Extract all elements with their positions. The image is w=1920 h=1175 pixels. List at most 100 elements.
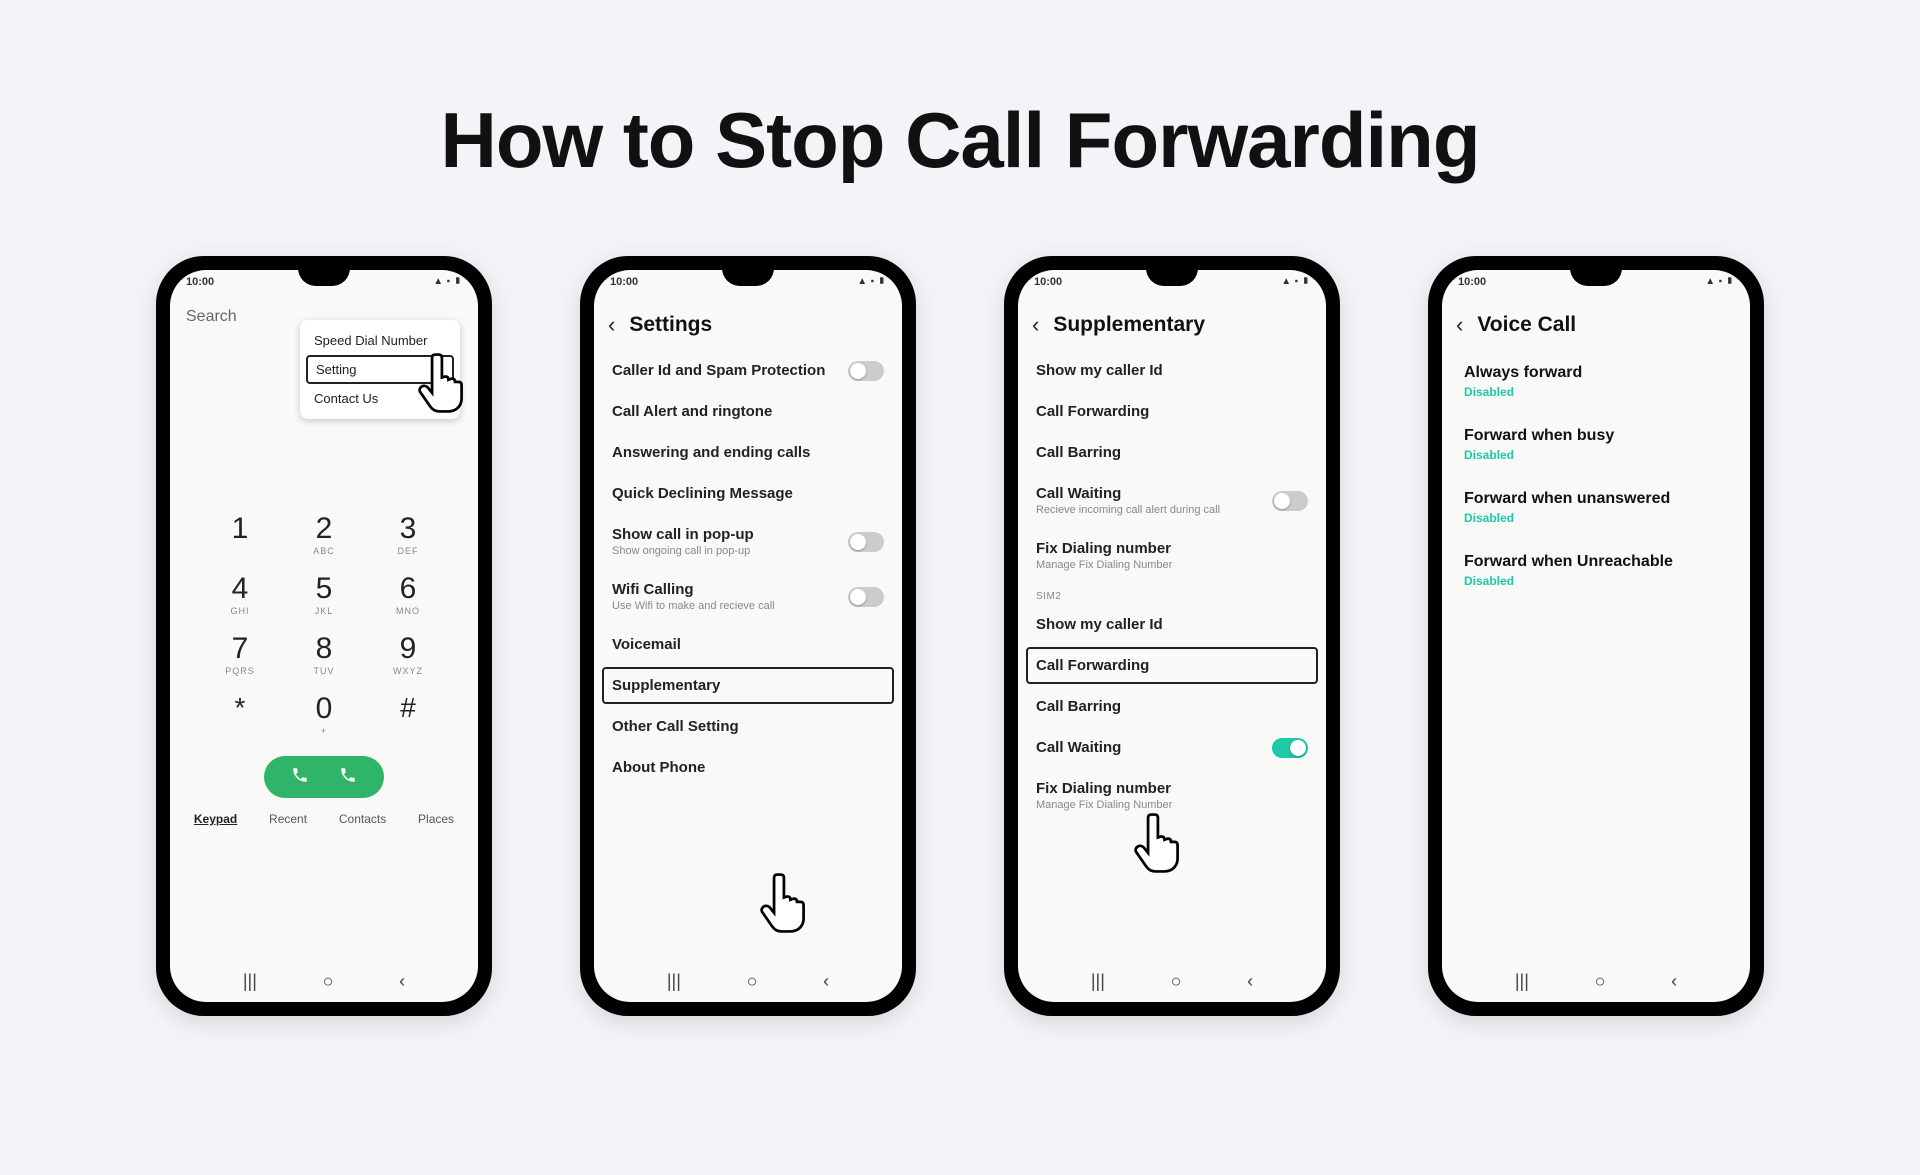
item-show-caller-2[interactable]: Show my caller Id: [1026, 604, 1318, 645]
status-time: 10:00: [610, 276, 638, 296]
key-3[interactable]: 3DEF: [366, 512, 450, 556]
supplementary-list: Show my caller Id Call Forwarding Call B…: [1018, 350, 1326, 964]
item-fix-dialing-2[interactable]: Fix Dialing number Manage Fix Dialing Nu…: [1026, 768, 1318, 823]
item-about[interactable]: About Phone: [602, 747, 894, 788]
nav-home-icon[interactable]: ○: [747, 971, 758, 992]
toggle-call-waiting-1[interactable]: [1272, 491, 1308, 511]
item-caller-id[interactable]: Caller Id and Spam Protection: [602, 350, 894, 391]
item-fix-dialing-1[interactable]: Fix Dialing number Manage Fix Dialing Nu…: [1026, 528, 1318, 583]
screen-dialer: 10:00 ▲ ⬝ ▮ Search Speed Dial Number Set…: [170, 270, 478, 1002]
tab-places[interactable]: Places: [418, 812, 454, 826]
item-forward-unreachable[interactable]: Forward when Unreachable Disabled: [1450, 539, 1742, 602]
key-7[interactable]: 7PQRS: [198, 632, 282, 676]
status-time: 10:00: [186, 276, 214, 296]
nav-recent-icon[interactable]: |||: [1091, 971, 1105, 992]
nav-back-icon[interactable]: ‹: [823, 971, 829, 992]
voice-call-list: Always forward Disabled Forward when bus…: [1442, 350, 1750, 964]
item-quick-decline[interactable]: Quick Declining Message: [602, 473, 894, 514]
item-forward-busy[interactable]: Forward when busy Disabled: [1450, 413, 1742, 476]
nav-recent-icon[interactable]: |||: [243, 971, 257, 992]
toggle-wifi[interactable]: [848, 587, 884, 607]
screen-voice-call: 10:00 ▲ ⬝ ▮ ‹ Voice Call Always forward …: [1442, 270, 1750, 1002]
status-time: 10:00: [1458, 276, 1486, 296]
key-6[interactable]: 6MNO: [366, 572, 450, 616]
status-disabled: Disabled: [1464, 385, 1728, 399]
nav-back-icon[interactable]: ‹: [399, 971, 405, 992]
item-forward-unanswered[interactable]: Forward when unanswered Disabled: [1450, 476, 1742, 539]
bottom-tabs: Keypad Recent Contacts Places: [170, 798, 478, 832]
item-call-barring-1[interactable]: Call Barring: [1026, 432, 1318, 473]
nav-recent-icon[interactable]: |||: [667, 971, 681, 992]
menu-speed-dial[interactable]: Speed Dial Number: [300, 326, 460, 355]
key-2[interactable]: 2ABC: [282, 512, 366, 556]
item-call-alert[interactable]: Call Alert and ringtone: [602, 391, 894, 432]
back-button[interactable]: ‹: [608, 312, 615, 338]
nav-back-icon[interactable]: ‹: [1671, 971, 1677, 992]
tab-contacts[interactable]: Contacts: [339, 812, 386, 826]
item-always-forward[interactable]: Always forward Disabled: [1450, 350, 1742, 413]
key-4[interactable]: 4GHI: [198, 572, 282, 616]
phone-3: 10:00 ▲ ⬝ ▮ ‹ Supplementary Show my call…: [1004, 256, 1340, 1016]
header: ‹ Supplementary: [1018, 296, 1326, 350]
menu-contact-us[interactable]: Contact Us: [300, 384, 460, 413]
key-8[interactable]: 8TUV: [282, 632, 366, 676]
item-supplementary[interactable]: Supplementary: [602, 667, 894, 704]
header-title: Settings: [629, 313, 712, 337]
item-show-popup[interactable]: Show call in pop-up Show ongoing call in…: [602, 514, 894, 569]
key-5[interactable]: 5JKL: [282, 572, 366, 616]
key-9[interactable]: 9WXYZ: [366, 632, 450, 676]
status-icons: ▲ ⬝ ▮: [1281, 276, 1310, 296]
video-call-icon: [339, 766, 357, 789]
options-menu: Speed Dial Number Setting Contact Us: [300, 320, 460, 419]
item-voicemail[interactable]: Voicemail: [602, 624, 894, 665]
item-answering[interactable]: Answering and ending calls: [602, 432, 894, 473]
key-0[interactable]: 0+: [282, 692, 366, 736]
item-call-forwarding-1[interactable]: Call Forwarding: [1026, 391, 1318, 432]
android-nav: ||| ○ ‹: [170, 964, 478, 1002]
item-wifi-calling[interactable]: Wifi Calling Use Wifi to make and reciev…: [602, 569, 894, 624]
nav-home-icon[interactable]: ○: [323, 971, 334, 992]
android-nav: ||| ○ ‹: [1018, 964, 1326, 1002]
item-call-forwarding-2[interactable]: Call Forwarding: [1026, 647, 1318, 684]
phone-icon: [291, 766, 309, 789]
screen-supplementary: 10:00 ▲ ⬝ ▮ ‹ Supplementary Show my call…: [1018, 270, 1326, 1002]
item-call-barring-2[interactable]: Call Barring: [1026, 686, 1318, 727]
item-call-waiting-1[interactable]: Call Waiting Recieve incoming call alert…: [1026, 473, 1318, 528]
phone-1: 10:00 ▲ ⬝ ▮ Search Speed Dial Number Set…: [156, 256, 492, 1016]
header: ‹ Settings: [594, 296, 902, 350]
toggle-caller-id[interactable]: [848, 361, 884, 381]
back-button[interactable]: ‹: [1032, 312, 1039, 338]
page-title: How to Stop Call Forwarding: [0, 95, 1920, 186]
screen-settings: 10:00 ▲ ⬝ ▮ ‹ Settings Caller Id and Spa…: [594, 270, 902, 1002]
nav-home-icon[interactable]: ○: [1595, 971, 1606, 992]
nav-home-icon[interactable]: ○: [1171, 971, 1182, 992]
keypad: 1 2ABC 3DEF 4GHI 5JKL 6MNO 7PQRS 8TUV 9W…: [170, 512, 478, 736]
phone-2: 10:00 ▲ ⬝ ▮ ‹ Settings Caller Id and Spa…: [580, 256, 916, 1016]
status-disabled: Disabled: [1464, 511, 1728, 525]
android-nav: ||| ○ ‹: [1442, 964, 1750, 1002]
sim2-section-label: SIM2: [1026, 583, 1318, 604]
toggle-call-waiting-2[interactable]: [1272, 738, 1308, 758]
settings-list: Caller Id and Spam Protection Call Alert…: [594, 350, 902, 964]
tab-recent[interactable]: Recent: [269, 812, 307, 826]
back-button[interactable]: ‹: [1456, 312, 1463, 338]
key-star[interactable]: *: [198, 692, 282, 736]
nav-recent-icon[interactable]: |||: [1515, 971, 1529, 992]
header: ‹ Voice Call: [1442, 296, 1750, 350]
toggle-popup[interactable]: [848, 532, 884, 552]
status-icons: ▲ ⬝ ▮: [433, 276, 462, 296]
phone-row: 10:00 ▲ ⬝ ▮ Search Speed Dial Number Set…: [0, 256, 1920, 1016]
header-title: Supplementary: [1053, 313, 1205, 337]
item-other[interactable]: Other Call Setting: [602, 706, 894, 747]
key-1[interactable]: 1: [198, 512, 282, 556]
item-call-waiting-2[interactable]: Call Waiting: [1026, 727, 1318, 768]
nav-back-icon[interactable]: ‹: [1247, 971, 1253, 992]
menu-setting[interactable]: Setting: [306, 355, 454, 384]
item-show-caller-1[interactable]: Show my caller Id: [1026, 350, 1318, 391]
android-nav: ||| ○ ‹: [594, 964, 902, 1002]
key-hash[interactable]: #: [366, 692, 450, 736]
call-button-row: [170, 756, 478, 798]
tab-keypad[interactable]: Keypad: [194, 812, 237, 826]
status-icons: ▲ ⬝ ▮: [1705, 276, 1734, 296]
call-button[interactable]: [264, 756, 384, 798]
